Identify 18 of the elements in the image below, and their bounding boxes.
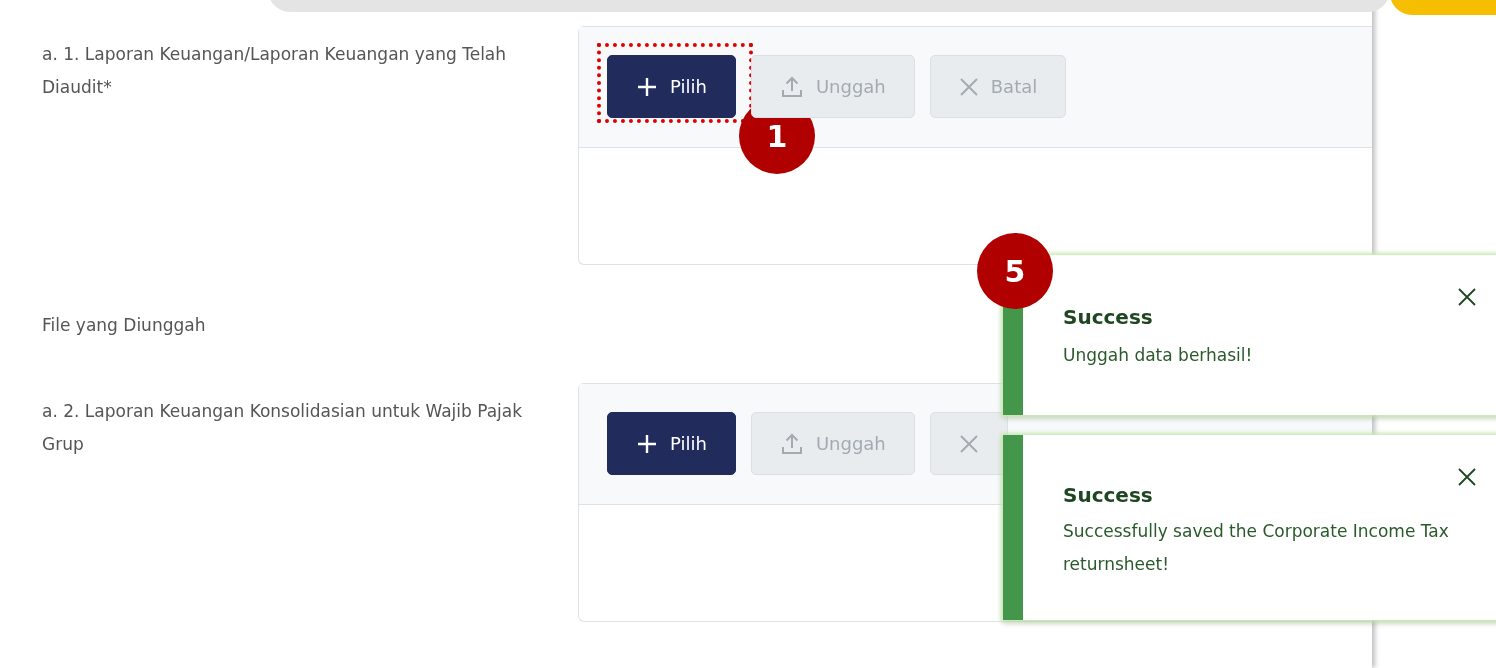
choose-button[interactable]: Pilih bbox=[607, 55, 736, 118]
toast-message: Successfully saved the Corporate Income Tax returnsheet! bbox=[1063, 520, 1450, 576]
close-icon bbox=[958, 76, 979, 97]
field-label: a. 1. Laporan Keuangan/Laporan Keuangan yang Telah Diaudit* bbox=[42, 43, 508, 99]
step-badge: 5 bbox=[977, 233, 1053, 309]
toast-title: Success bbox=[1063, 483, 1154, 507]
upload-icon bbox=[779, 431, 804, 456]
plus-icon bbox=[636, 432, 658, 455]
choose-button[interactable]: Pilih bbox=[607, 412, 736, 475]
close-icon bbox=[958, 433, 979, 454]
uploaded-files-label: File yang Diunggah bbox=[42, 315, 206, 335]
toast-title: Success bbox=[1063, 305, 1154, 329]
field-label: a. 2. Laporan Keuangan Konsolidasian untuk Wajib Pajak Grup bbox=[42, 400, 524, 456]
close-icon[interactable] bbox=[1458, 288, 1476, 306]
toast-message: Unggah data berhasil! bbox=[1063, 344, 1254, 367]
plus-icon bbox=[636, 75, 658, 98]
upload-icon bbox=[779, 74, 804, 99]
close-icon[interactable] bbox=[1458, 468, 1476, 486]
